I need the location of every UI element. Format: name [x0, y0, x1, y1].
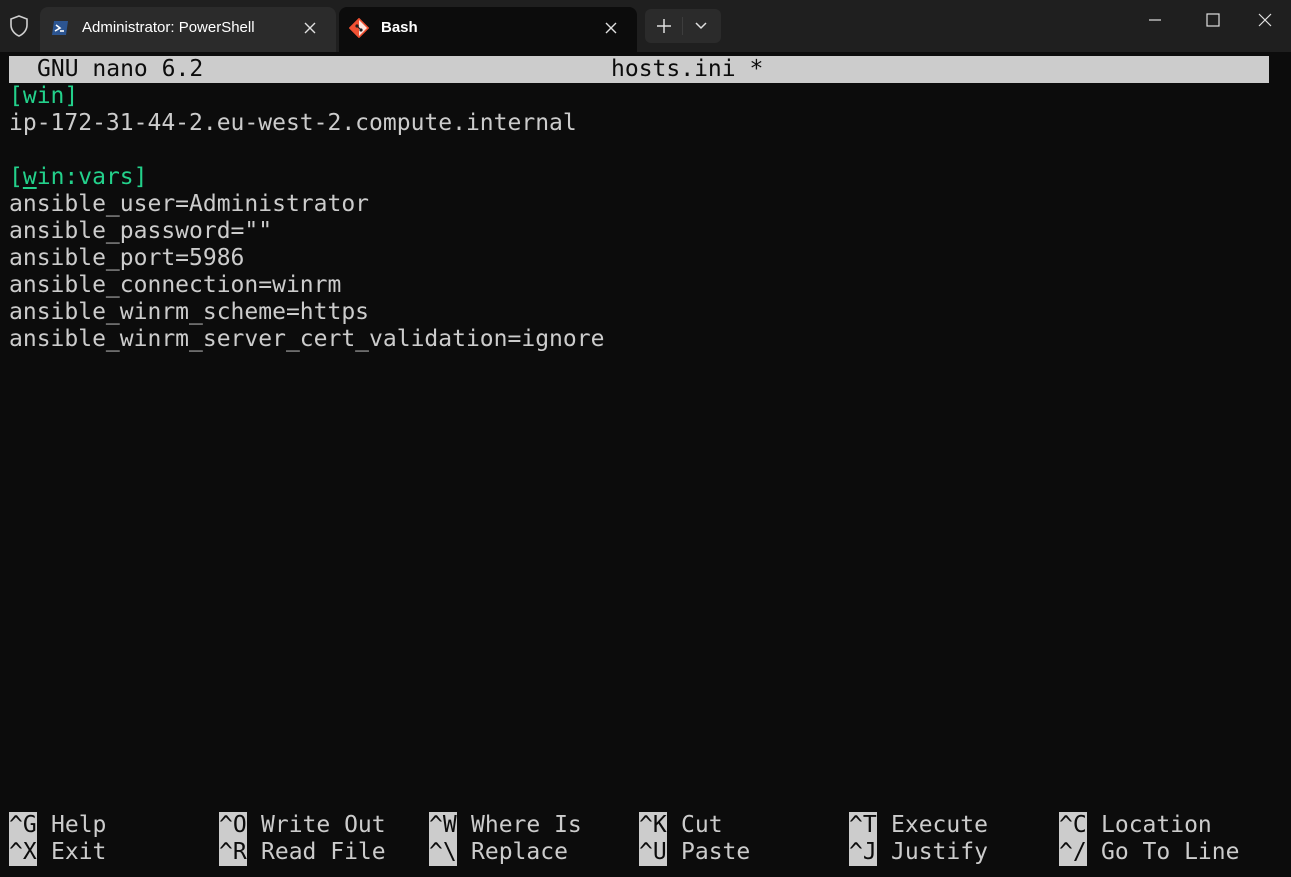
minimize-button[interactable] — [1126, 0, 1184, 40]
line-text: ip-172-31-44-2.eu-west-2.compute.interna… — [9, 110, 577, 136]
line-text: ansible_user=Administrator — [9, 191, 370, 217]
maximize-button[interactable] — [1184, 0, 1242, 40]
text-cursor: w — [22, 164, 37, 190]
shortcut-key: ^/ — [1059, 839, 1087, 866]
editor-line: ansible_password="" — [9, 218, 272, 245]
nano-header-bar: GNU nano 6.2 hosts.ini * — [9, 56, 1269, 83]
line-text: ansible_winrm_scheme=https — [9, 299, 370, 325]
powershell-icon — [52, 21, 68, 35]
shortcut-label: Replace — [471, 839, 568, 865]
tab-label: Bash — [381, 19, 418, 36]
title-bar: Administrator: PowerShell Bash — [0, 0, 1291, 52]
git-bash-icon — [349, 18, 369, 38]
shortcut-where-is[interactable]: ^W Where Is — [429, 812, 582, 839]
shortcut-justify[interactable]: ^J Justify — [849, 839, 988, 866]
shortcut-help[interactable]: ^G Help — [9, 812, 106, 839]
maximize-icon — [1206, 13, 1220, 27]
tab-label: Administrator: PowerShell — [82, 19, 255, 36]
shortcut-location[interactable]: ^C Location — [1059, 812, 1212, 839]
shortcut-go-to-line[interactable]: ^/ Go To Line — [1059, 839, 1239, 866]
shortcut-replace[interactable]: ^\ Replace — [429, 839, 568, 866]
shortcut-key: ^W — [429, 812, 457, 839]
line-text: ansible_port=5986 — [9, 245, 245, 271]
line-text: ansible_winrm_server_cert_validation=ign… — [9, 326, 605, 352]
chevron-down-icon — [695, 22, 707, 30]
shortcut-key: ^R — [219, 839, 247, 866]
line-text: ansible_connection=winrm — [9, 272, 342, 298]
editor-line: ansible_winrm_scheme=https — [9, 299, 369, 326]
editor-line: ansible_port=5986 — [9, 245, 244, 272]
shortcut-label: Justify — [891, 839, 988, 865]
tab-bash[interactable]: Bash — [339, 7, 637, 52]
shortcut-key: ^X — [9, 839, 37, 866]
line-text: [win] — [9, 83, 79, 109]
editor-line: ansible_user=Administrator — [9, 191, 369, 218]
shortcut-read-file[interactable]: ^R Read File — [219, 839, 386, 866]
close-icon — [1258, 13, 1272, 27]
window-close-button[interactable] — [1242, 0, 1291, 40]
shortcut-execute[interactable]: ^T Execute — [849, 812, 988, 839]
close-icon[interactable] — [603, 20, 619, 36]
shortcut-key: ^O — [219, 812, 247, 839]
plus-icon — [657, 19, 671, 33]
shortcut-label: Read File — [261, 839, 386, 865]
shortcut-key: ^G — [9, 812, 37, 839]
shortcut-key: ^U — [639, 839, 667, 866]
shortcut-key: ^C — [1059, 812, 1087, 839]
line-text: [ — [9, 164, 23, 190]
shortcut-cut[interactable]: ^K Cut — [639, 812, 723, 839]
tab-powershell[interactable]: Administrator: PowerShell — [40, 7, 336, 52]
shortcut-label: Location — [1101, 812, 1212, 838]
shortcut-write-out[interactable]: ^O Write Out — [219, 812, 386, 839]
shortcut-label: Where Is — [471, 812, 582, 838]
shortcut-label: Paste — [681, 839, 751, 865]
shortcut-label: Cut — [681, 812, 723, 838]
shortcut-label: Write Out — [261, 812, 386, 838]
editor-line: [win] — [9, 83, 78, 110]
editor-line: ansible_winrm_server_cert_validation=ign… — [9, 326, 604, 353]
nano-version: GNU nano 6.2 — [37, 56, 204, 82]
close-icon[interactable] — [302, 20, 318, 36]
shortcut-label: Exit — [51, 839, 107, 865]
shortcut-exit[interactable]: ^X Exit — [9, 839, 106, 866]
shield-icon — [10, 15, 28, 37]
terminal-area[interactable]: GNU nano 6.2 hosts.ini * [win] ip-172-31… — [0, 52, 1291, 877]
shortcut-key: ^T — [849, 812, 877, 839]
shortcut-label: Help — [51, 812, 107, 838]
shortcut-key: ^K — [639, 812, 667, 839]
new-tab-group — [645, 9, 721, 43]
shortcut-label: Execute — [891, 812, 988, 838]
editor-line: [win:vars] — [9, 164, 148, 191]
shortcut-key: ^J — [849, 839, 877, 866]
line-text: in:vars] — [36, 164, 148, 190]
editor-line: ansible_connection=winrm — [9, 272, 341, 299]
new-tab-button[interactable] — [645, 9, 683, 43]
line-text: ansible_password="" — [9, 218, 273, 244]
nano-filename: hosts.ini * — [611, 56, 764, 82]
shortcut-key: ^\ — [429, 839, 457, 866]
shortcut-label: Go To Line — [1101, 839, 1240, 865]
editor-line: ip-172-31-44-2.eu-west-2.compute.interna… — [9, 110, 577, 137]
tab-dropdown-button[interactable] — [683, 9, 721, 43]
shortcut-paste[interactable]: ^U Paste — [639, 839, 750, 866]
minimize-icon — [1149, 19, 1161, 21]
